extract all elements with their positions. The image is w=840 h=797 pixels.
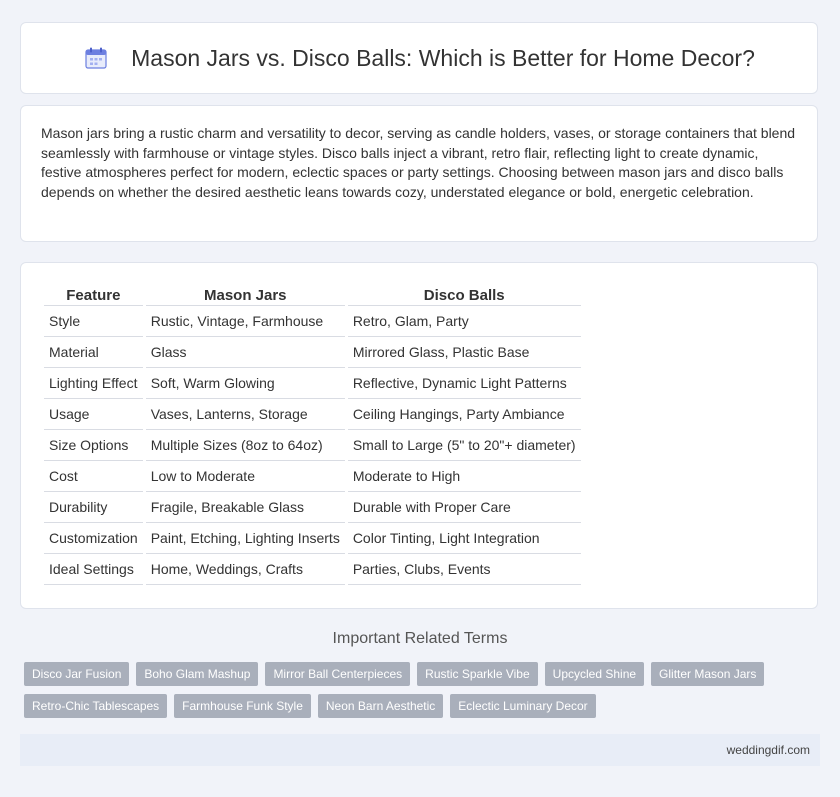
related-terms-section: Important Related Terms (0, 630, 840, 648)
site-credit[interactable]: weddingdif.com (727, 743, 810, 757)
disco-balls-cell: Moderate to High (347, 461, 581, 492)
table-header-row: Feature Mason Jars Disco Balls (44, 283, 581, 306)
disco-balls-cell: Parties, Clubs, Events (347, 554, 581, 585)
comparison-card: Feature Mason Jars Disco Balls Style Rust… (20, 262, 818, 609)
footer: weddingdif.com (20, 734, 820, 766)
feature-cell: Size Options (44, 430, 143, 461)
mason-jars-cell: Glass (145, 337, 345, 368)
mason-jars-cell: Fragile, Breakable Glass (145, 492, 345, 523)
related-terms-title: Important Related Terms (332, 630, 508, 647)
intro-text: Mason jars bring a rustic charm and vers… (41, 125, 796, 200)
related-tags: Disco Jar Fusion Boho Glam Mashup Mirror B… (24, 662, 814, 718)
mason-jars-cell: Low to Moderate (145, 461, 345, 492)
related-tag[interactable]: Rustic Sparkle Vibe (417, 662, 538, 686)
related-tag[interactable]: Boho Glam Mashup (136, 662, 259, 686)
disco-balls-cell: Retro, Glam, Party (347, 306, 581, 337)
related-tag[interactable]: Mirror Ball Centerpieces (265, 662, 411, 686)
mason-jars-cell: Home, Weddings, Crafts (145, 554, 345, 585)
feature-cell: Lighting Effect (44, 368, 143, 399)
feature-cell: Usage (44, 399, 143, 430)
table-row: Durability Fragile, Breakable Glass Durabl… (44, 492, 581, 523)
table-row: Ideal Settings Home, Weddings, Crafts Part… (44, 554, 581, 585)
intro-card: Mason jars bring a rustic charm and vers… (20, 105, 818, 242)
column-header: Disco Balls (347, 283, 581, 306)
feature-cell: Customization (44, 523, 143, 554)
table-row: Size Options Multiple Sizes (8oz to 64oz)… (44, 430, 581, 461)
column-header: Mason Jars (145, 283, 345, 306)
feature-cell: Material (44, 337, 143, 368)
related-tag[interactable]: Glitter Mason Jars (651, 662, 765, 686)
calendar-icon (83, 45, 109, 71)
feature-cell: Style (44, 306, 143, 337)
table-row: Cost Low to Moderate Moderate to High (44, 461, 581, 492)
mason-jars-cell: Soft, Warm Glowing (145, 368, 345, 399)
mason-jars-cell: Rustic, Vintage, Farmhouse (145, 306, 345, 337)
disco-balls-cell: Color Tinting, Light Integration (347, 523, 581, 554)
comparison-table: Feature Mason Jars Disco Balls Style Rust… (41, 283, 584, 585)
disco-balls-cell: Reflective, Dynamic Light Patterns (347, 368, 581, 399)
table-row: Customization Paint, Etching, Lighting In… (44, 523, 581, 554)
related-tag[interactable]: Upcycled Shine (544, 662, 645, 686)
feature-cell: Ideal Settings (44, 554, 143, 585)
disco-balls-cell: Small to Large (5" to 20"+ diameter) (347, 430, 581, 461)
header-card: Mason Jars vs. Disco Balls: Which is Bet… (20, 22, 818, 94)
disco-balls-cell: Mirrored Glass, Plastic Base (347, 337, 581, 368)
table-row: Usage Vases, Lanterns, Storage Ceiling Han… (44, 399, 581, 430)
disco-balls-cell: Durable with Proper Care (347, 492, 581, 523)
mason-jars-cell: Multiple Sizes (8oz to 64oz) (145, 430, 345, 461)
related-tag[interactable]: Neon Barn Aesthetic (317, 694, 444, 718)
related-tag[interactable]: Eclectic Luminary Decor (450, 694, 596, 718)
related-tag[interactable]: Disco Jar Fusion (24, 662, 130, 686)
title-wrap: Mason Jars vs. Disco Balls: Which is Bet… (83, 45, 755, 72)
table-row: Material Glass Mirrored Glass, Plastic Bas… (44, 337, 581, 368)
related-tag[interactable]: Retro-Chic Tablescapes (24, 694, 168, 718)
feature-cell: Durability (44, 492, 143, 523)
column-header: Feature (44, 283, 143, 306)
mason-jars-cell: Vases, Lanterns, Storage (145, 399, 345, 430)
mason-jars-cell: Paint, Etching, Lighting Inserts (145, 523, 345, 554)
feature-cell: Cost (44, 461, 143, 492)
disco-balls-cell: Ceiling Hangings, Party Ambiance (347, 399, 581, 430)
table-row: Lighting Effect Soft, Warm Glowing Reflect… (44, 368, 581, 399)
table-row: Style Rustic, Vintage, Farmhouse Retro, Gl… (44, 306, 581, 337)
page-title: Mason Jars vs. Disco Balls: Which is Bet… (131, 44, 755, 71)
related-tag[interactable]: Farmhouse Funk Style (174, 694, 311, 718)
